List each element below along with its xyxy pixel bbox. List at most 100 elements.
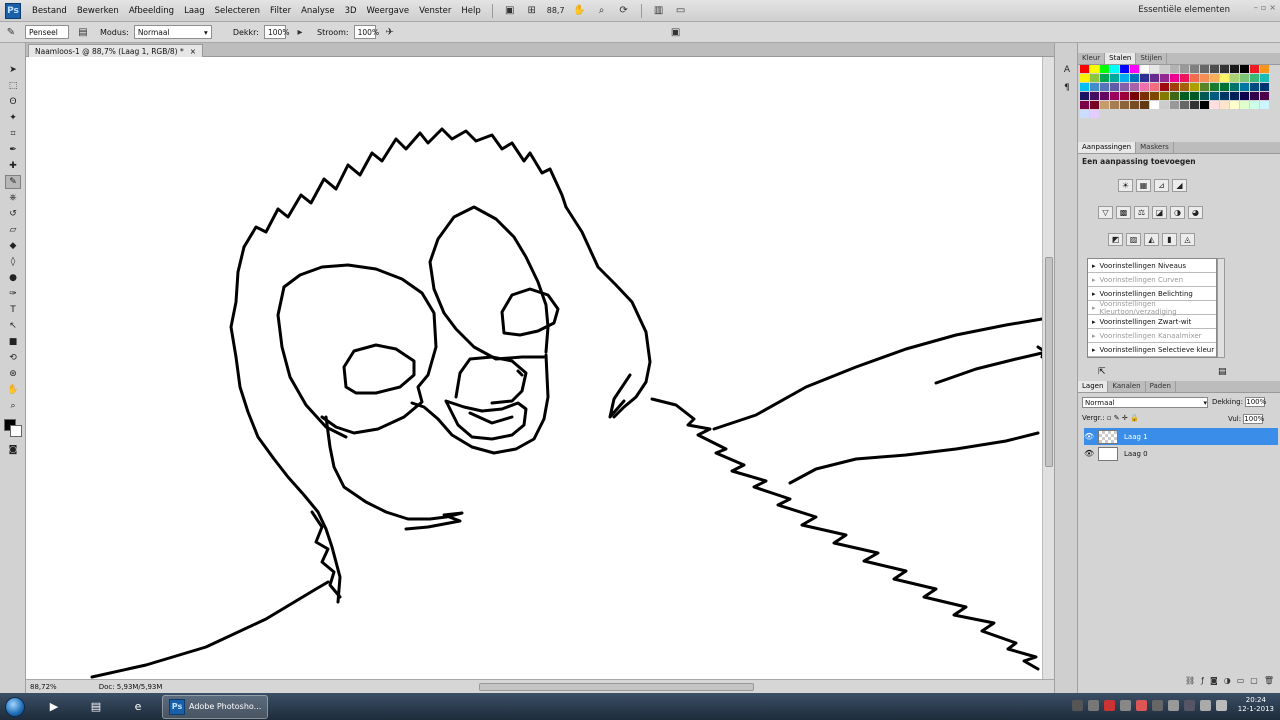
color-swatch[interactable] (1190, 101, 1199, 109)
color-swatch[interactable] (1190, 92, 1199, 100)
color-swatch[interactable] (1080, 92, 1089, 100)
invert-icon[interactable]: ◩ (1108, 233, 1123, 246)
brush-panel-icon[interactable]: ▤ (74, 24, 92, 40)
background-color-swatch[interactable] (10, 425, 22, 437)
color-swatch[interactable] (1100, 65, 1109, 73)
zoom-tool-icon[interactable]: ⌕ (5, 399, 21, 413)
color-swatch[interactable] (1220, 83, 1229, 91)
toggle-brush-panel-icon[interactable]: ▣ (667, 24, 685, 40)
color-swatch[interactable] (1180, 92, 1189, 100)
color-swatch[interactable] (1230, 83, 1239, 91)
internet-explorer-icon[interactable]: e (120, 695, 156, 719)
color-swatch[interactable] (1180, 65, 1189, 73)
tray-icon[interactable] (1119, 699, 1131, 711)
menu-help[interactable]: Help (456, 6, 485, 16)
color-swatch[interactable] (1130, 83, 1139, 91)
menu-selecteren[interactable]: Selecteren (210, 6, 265, 16)
posterize-icon[interactable]: ▨ (1126, 233, 1141, 246)
path-selection-tool-icon[interactable]: ↖ (5, 319, 21, 333)
lock-pixels-icon[interactable]: ✎ (1114, 414, 1120, 422)
color-swatch[interactable] (1160, 83, 1169, 91)
paint-bucket-tool-icon[interactable]: ◆ (5, 239, 21, 253)
eye-icon[interactable]: 👁 (1084, 432, 1094, 441)
color-swatch[interactable] (1140, 74, 1149, 82)
tray-icon[interactable] (1103, 699, 1115, 711)
color-swatch[interactable] (1230, 65, 1239, 73)
lock-all-icon[interactable]: 🔒 (1130, 414, 1139, 422)
dodge-tool-icon[interactable]: ● (5, 271, 21, 285)
color-swatch[interactable] (1220, 101, 1229, 109)
color-balance-icon[interactable]: ⚖ (1134, 206, 1149, 219)
color-swatch[interactable] (1090, 110, 1099, 118)
menu-analyse[interactable]: Analyse (296, 6, 339, 16)
color-swatch[interactable] (1110, 65, 1119, 73)
fill-input[interactable]: 100% (1243, 414, 1264, 424)
color-swatch[interactable] (1090, 92, 1099, 100)
zoom-icon[interactable]: ⌕ (593, 3, 611, 19)
color-swatch[interactable] (1200, 83, 1209, 91)
preset-item[interactable]: ▸ Voorinstellingen Zwart-wit (1088, 315, 1216, 329)
arrange-documents-icon[interactable]: ▥ (650, 3, 668, 19)
vertical-scroll-thumb[interactable] (1045, 257, 1053, 467)
horizontal-scroll-thumb[interactable] (479, 683, 754, 691)
color-swatch[interactable] (1120, 74, 1129, 82)
color-swatch[interactable] (1080, 101, 1089, 109)
tab-aanpassingen[interactable]: Aanpassingen (1078, 142, 1137, 153)
preset-item[interactable]: ▸ Voorinstellingen Kleurtoon/verzadiging (1088, 300, 1216, 316)
color-swatch[interactable] (1220, 92, 1229, 100)
color-swatch[interactable] (1080, 83, 1089, 91)
mode-select[interactable]: Normaal ▾ (133, 25, 212, 39)
minimize-icon[interactable]: – (1254, 3, 1258, 12)
color-swatch[interactable] (1150, 83, 1159, 91)
quick-mask-icon[interactable]: ◙ (5, 443, 21, 457)
new-layer-icon[interactable]: ▢ (1250, 676, 1258, 685)
network-icon[interactable] (1199, 699, 1211, 711)
black-white-icon[interactable]: ◪ (1152, 206, 1167, 219)
tab-kleur[interactable]: Kleur (1078, 53, 1106, 64)
color-swatch[interactable] (1220, 65, 1229, 73)
color-swatch[interactable] (1130, 65, 1139, 73)
menu-laag[interactable]: Laag (179, 6, 210, 16)
color-swatch[interactable] (1140, 65, 1149, 73)
color-swatch[interactable] (1120, 65, 1129, 73)
menu-bestand[interactable]: Bestand (27, 6, 72, 16)
layer-row[interactable]: 👁 Laag 0 (1084, 445, 1278, 462)
color-swatch[interactable] (1250, 65, 1259, 73)
brush-preset-picker[interactable]: Penseel (25, 25, 69, 39)
brush-tool-icon[interactable]: ✎ (2, 24, 20, 40)
flow-input[interactable]: 100% (353, 25, 379, 39)
blur-tool-icon[interactable]: ◊ (5, 255, 21, 269)
color-swatch[interactable] (1240, 92, 1249, 100)
rotate-view-icon[interactable]: ⟳ (615, 3, 633, 19)
color-swatch[interactable] (1250, 83, 1259, 91)
quick-select-tool-icon[interactable]: ✦ (5, 111, 21, 125)
tab-maskers[interactable]: Maskers (1136, 142, 1174, 153)
color-swatch[interactable] (1240, 65, 1249, 73)
color-swatch[interactable] (1090, 65, 1099, 73)
color-swatch[interactable] (1250, 74, 1259, 82)
color-swatch[interactable] (1130, 92, 1139, 100)
menu-filter[interactable]: Filter (265, 6, 296, 16)
channel-mixer-icon[interactable]: ◕ (1188, 206, 1203, 219)
opacity-input[interactable]: 100% (264, 25, 289, 39)
color-swatch[interactable] (1190, 83, 1199, 91)
color-swatch[interactable] (1110, 101, 1119, 109)
volume-icon[interactable] (1215, 699, 1227, 711)
brush-tool-icon[interactable]: ✎ (5, 175, 21, 189)
color-swatch[interactable] (1260, 92, 1269, 100)
trash-icon[interactable]: 🗑 (1264, 676, 1274, 685)
type-tool-icon[interactable]: T (5, 303, 21, 317)
move-tool-icon[interactable]: ➤ (5, 63, 21, 77)
hue-saturation-icon[interactable]: ▩ (1116, 206, 1131, 219)
start-button[interactable] (0, 694, 30, 720)
color-swatch[interactable] (1240, 83, 1249, 91)
color-swatch[interactable] (1110, 92, 1119, 100)
preset-item[interactable]: ▸ Voorinstellingen Niveaus (1088, 259, 1216, 273)
lock-transparency-icon[interactable]: ▫ (1107, 414, 1112, 422)
new-group-icon[interactable]: ▭ (1237, 676, 1245, 685)
color-swatch[interactable] (1130, 74, 1139, 82)
screen-mode-icon[interactable]: ▭ (672, 3, 690, 19)
eyedropper-tool-icon[interactable]: ✒ (5, 143, 21, 157)
menu-venster[interactable]: Venster (414, 6, 456, 16)
tray-icon[interactable] (1151, 699, 1163, 711)
